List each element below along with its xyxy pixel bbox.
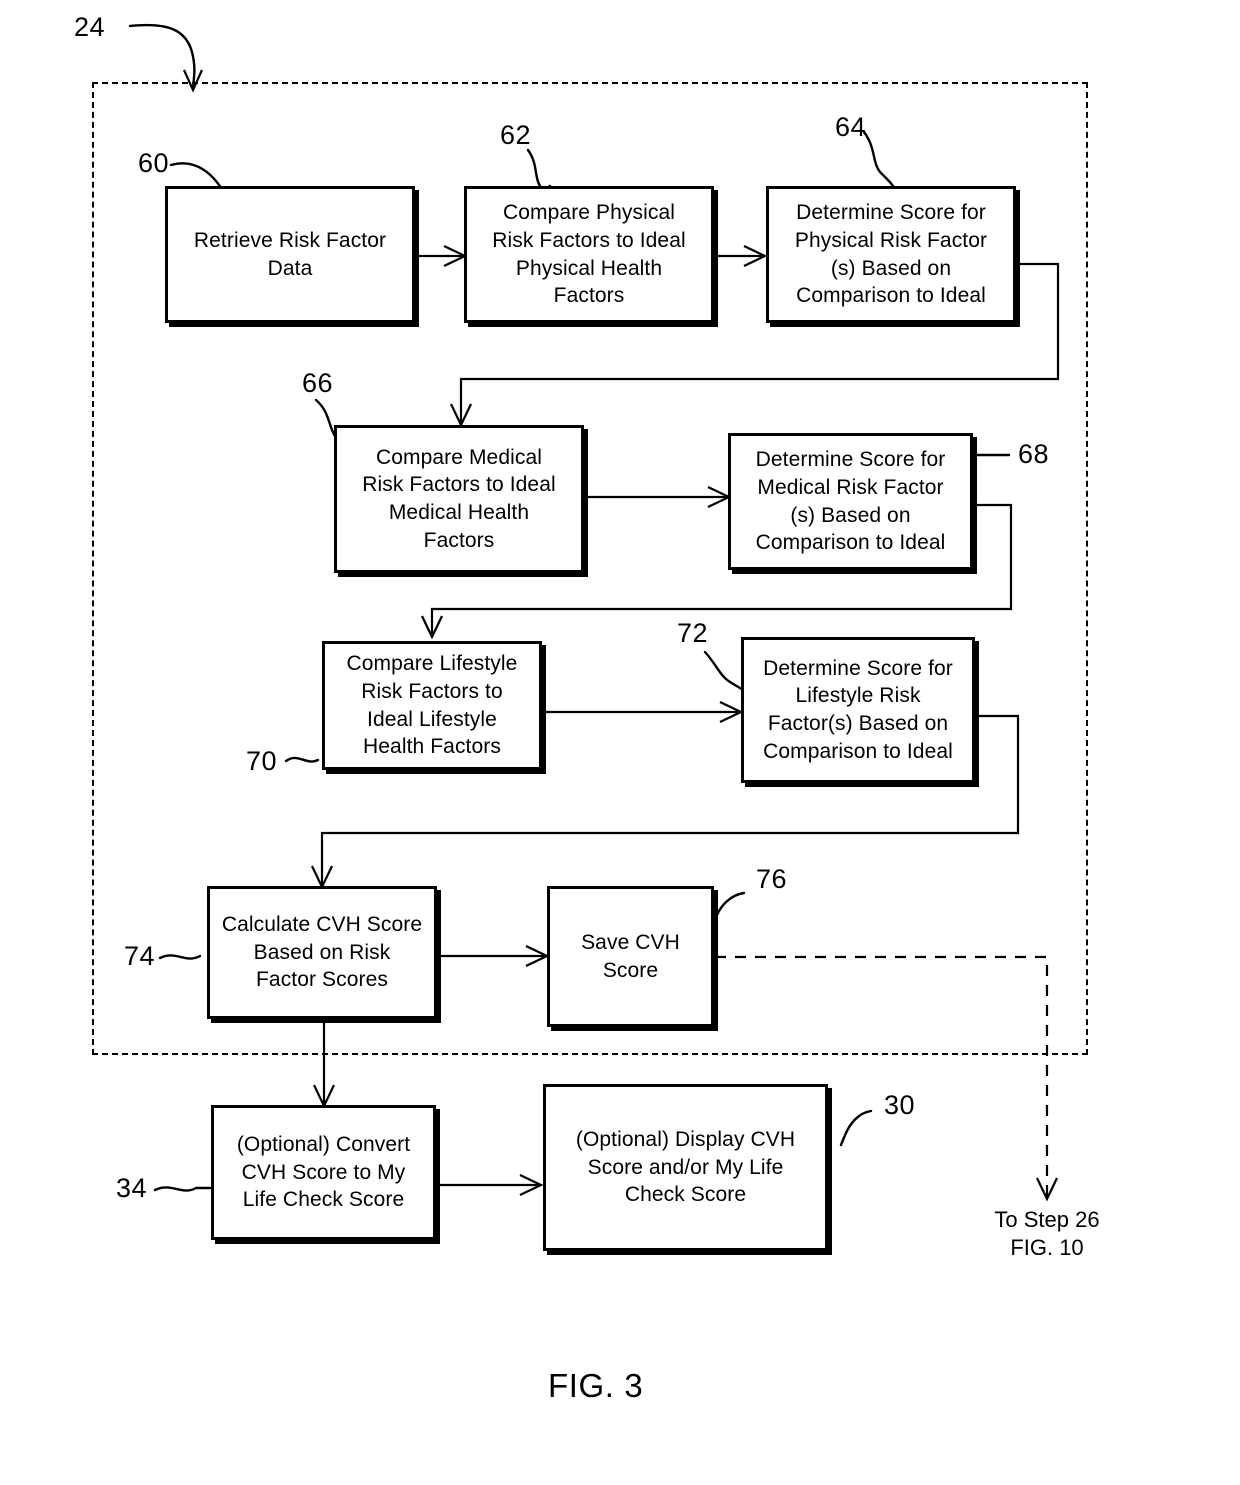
ref-numeral-62: 62 (500, 120, 532, 150)
process-box-30-label: (Optional) Display CVH Score and/or My L… (575, 1127, 796, 1207)
ref-numeral-72: 72 (677, 618, 709, 648)
process-box-76[interactable]: Save CVH Score (547, 886, 714, 1027)
process-box-72[interactable]: Determine Score for Lifestyle Risk Facto… (741, 637, 975, 783)
ref-numeral-24: 24 (74, 12, 106, 42)
process-box-34[interactable]: (Optional) Convert CVH Score to My Life … (211, 1105, 436, 1240)
process-box-74-label: Calculate CVH Score Based on Risk Factor… (221, 912, 423, 992)
process-box-64-label: Determine Score for Physical Risk Factor… (794, 201, 988, 308)
process-box-34-label: (Optional) Convert CVH Score to My Life … (236, 1132, 411, 1212)
ref-numeral-66: 66 (302, 368, 334, 398)
arrowhead-34-30 (519, 1174, 544, 1196)
process-box-66[interactable]: Compare Medical Risk Factors to Ideal Me… (334, 425, 584, 573)
process-box-70-label: Compare Lifestyle Risk Factors to Ideal … (346, 652, 518, 759)
leader-line-34 (153, 1186, 212, 1192)
ref-numeral-34: 34 (116, 1173, 148, 1203)
process-box-64[interactable]: Determine Score for Physical Risk Factor… (766, 186, 1016, 323)
leader-line-24 (128, 23, 196, 90)
exit-reference-label: To Step 26 FIG. 10 (994, 1207, 1100, 1261)
ref-numeral-76: 76 (756, 864, 788, 894)
process-box-60[interactable]: Retrieve Risk Factor Data (165, 186, 415, 323)
process-box-68[interactable]: Determine Score for Medical Risk Factor … (728, 433, 973, 570)
arrowhead-exit (1036, 1177, 1058, 1202)
process-box-62[interactable]: Compare Physical Risk Factors to Ideal P… (464, 186, 714, 323)
ref-numeral-68: 68 (1018, 439, 1050, 469)
arrowhead-74-34 (313, 1084, 335, 1109)
process-box-60-label: Retrieve Risk Factor Data (193, 228, 387, 280)
leader-line-30 (839, 1109, 873, 1147)
process-box-66-label: Compare Medical Risk Factors to Ideal Me… (362, 445, 556, 552)
process-box-70[interactable]: Compare Lifestyle Risk Factors to Ideal … (322, 641, 542, 770)
process-box-68-label: Determine Score for Medical Risk Factor … (755, 448, 946, 555)
process-box-72-label: Determine Score for Lifestyle Risk Facto… (763, 656, 953, 763)
ref-numeral-70: 70 (246, 746, 278, 776)
ref-numeral-60: 60 (138, 148, 170, 178)
figure-caption: FIG. 3 (548, 1367, 644, 1404)
ref-numeral-30: 30 (884, 1090, 916, 1120)
process-box-76-label: Save CVH Score (581, 930, 680, 982)
figure-canvas: 24 60 62 64 66 68 70 72 74 76 34 30 Retr… (0, 0, 1240, 1485)
process-box-62-label: Compare Physical Risk Factors to Ideal P… (492, 201, 686, 308)
ref-numeral-64: 64 (835, 112, 867, 142)
process-box-30[interactable]: (Optional) Display CVH Score and/or My L… (543, 1084, 828, 1251)
process-box-74[interactable]: Calculate CVH Score Based on Risk Factor… (207, 886, 437, 1019)
ref-numeral-74: 74 (124, 941, 156, 971)
